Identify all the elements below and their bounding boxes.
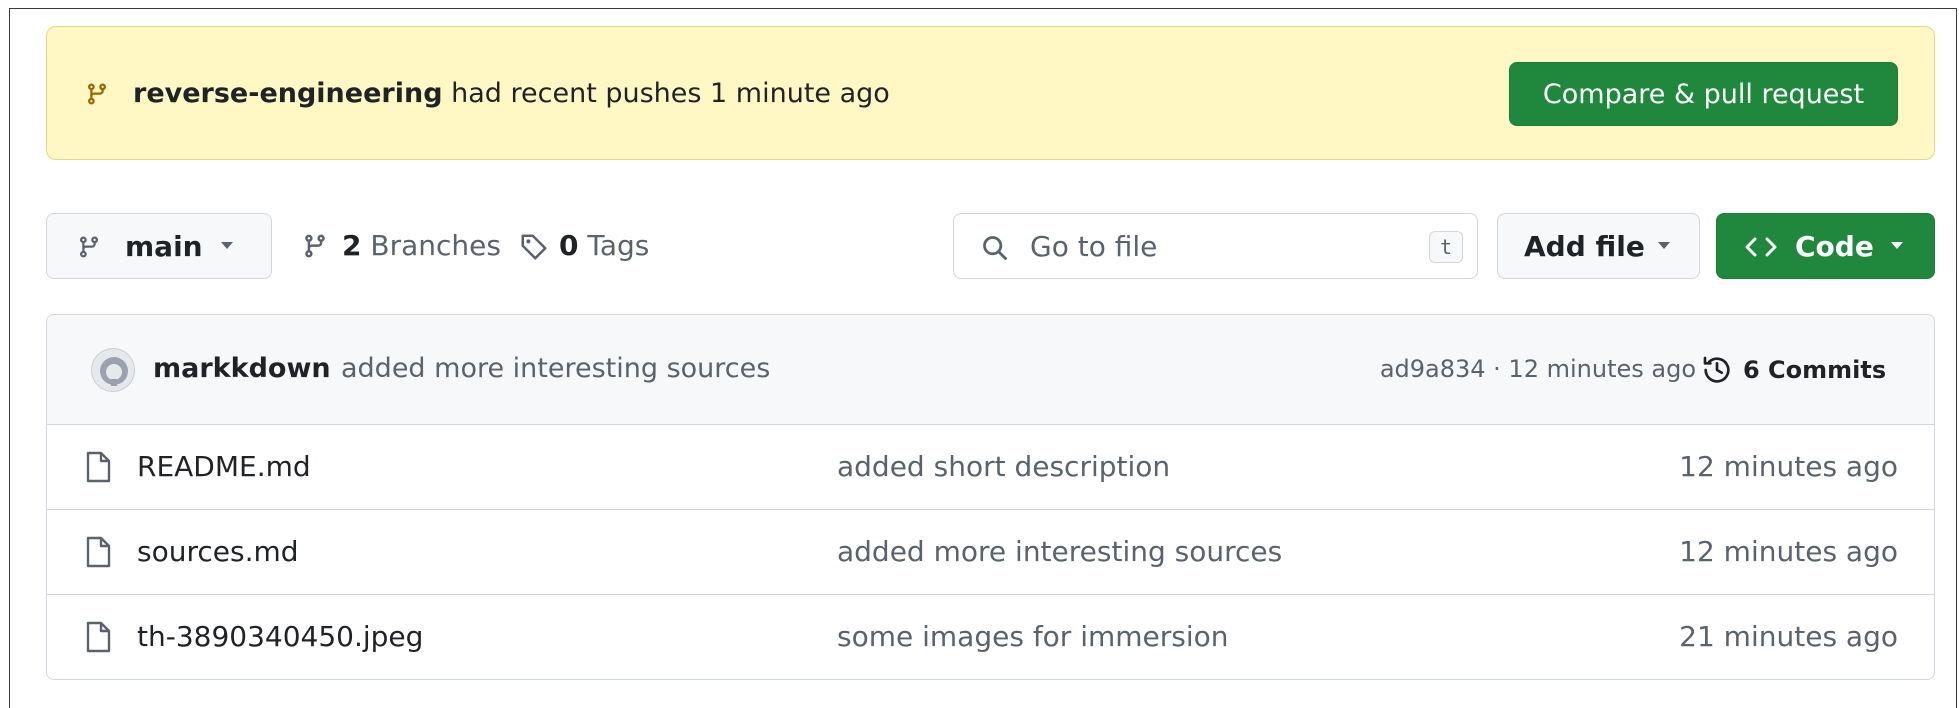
file-name[interactable]: th-3890340450.jpeg — [137, 620, 423, 653]
file-icon — [85, 621, 111, 653]
add-file-label: Add file — [1524, 230, 1645, 263]
file-name[interactable]: README.md — [137, 450, 311, 483]
chevron-down-icon — [1656, 241, 1672, 251]
compare-pull-request-button[interactable]: Compare & pull request — [1509, 62, 1898, 126]
search-shortcut-hint: t — [1429, 231, 1463, 263]
file-icon — [85, 451, 111, 483]
file-commit-message[interactable]: added short description — [837, 450, 1170, 483]
banner-message: reverse-engineering had recent pushes 1 … — [133, 77, 890, 111]
search-icon — [981, 234, 1009, 262]
file-commit-time: 21 minutes ago — [1679, 620, 1898, 653]
file-commit-message[interactable]: some images for immersion — [837, 620, 1229, 653]
commits-count: 6 Commits — [1743, 356, 1887, 384]
banner-branch-name[interactable]: reverse-engineering — [133, 78, 443, 109]
commit-hash-time[interactable]: ad9a834 · 12 minutes ago — [1380, 355, 1696, 383]
file-commit-message[interactable]: added more interesting sources — [837, 535, 1282, 568]
code-icon — [1745, 235, 1777, 259]
file-commit-time: 12 minutes ago — [1679, 450, 1898, 483]
table-row[interactable]: README.md added short description 12 min… — [47, 425, 1934, 510]
table-row[interactable]: th-3890340450.jpeg some images for immer… — [47, 595, 1934, 679]
recent-pushes-banner: reverse-engineering had recent pushes 1 … — [46, 26, 1935, 160]
file-commit-time: 12 minutes ago — [1679, 535, 1898, 568]
avatar[interactable] — [91, 348, 135, 392]
latest-commit-bar: markkdown added more interesting sources… — [47, 315, 1934, 425]
chevron-down-icon — [219, 241, 235, 251]
history-icon — [1701, 354, 1733, 386]
file-icon — [85, 536, 111, 568]
branch-name: main — [125, 230, 203, 263]
file-name[interactable]: sources.md — [137, 535, 299, 568]
commit-message[interactable]: added more interesting sources — [341, 353, 770, 384]
tags-label: Tags — [587, 229, 650, 262]
table-row[interactable]: sources.md added more interesting source… — [47, 510, 1934, 595]
git-branch-icon — [85, 80, 109, 108]
commit-author[interactable]: markkdown — [153, 353, 331, 384]
branch-selector-button[interactable]: main — [46, 213, 272, 279]
branches-count: 2 — [342, 229, 362, 262]
banner-text: had recent pushes 1 minute ago — [451, 78, 890, 109]
code-button[interactable]: Code — [1716, 213, 1935, 279]
chevron-down-icon — [1889, 241, 1905, 251]
file-list: markkdown added more interesting sources… — [46, 314, 1935, 680]
go-to-file-input[interactable] — [1030, 226, 1410, 266]
branches-label: Branches — [370, 229, 501, 262]
add-file-button[interactable]: Add file — [1497, 213, 1700, 279]
tags-count: 0 — [559, 229, 579, 262]
tag-icon — [519, 232, 549, 262]
go-to-file-search[interactable]: t — [953, 213, 1478, 279]
git-branch-icon — [77, 234, 101, 260]
git-branch-icon — [302, 232, 328, 260]
code-label: Code — [1795, 230, 1874, 263]
